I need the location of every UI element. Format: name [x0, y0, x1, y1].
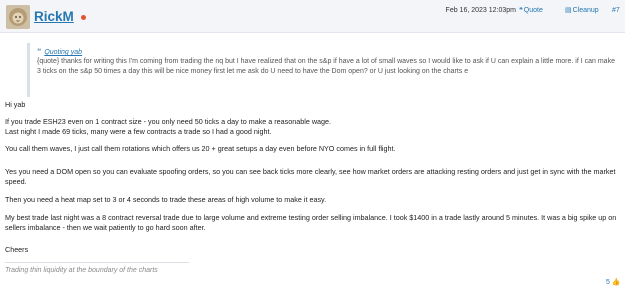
- post-paragraph-3: Yes you need a DOM open so you can evalu…: [5, 167, 616, 186]
- signature: Trading thin liquidity at the boundary o…: [5, 267, 158, 274]
- post-paragraph-1-line-1: If you trade ESH23 even on 1 contract si…: [5, 117, 332, 126]
- post-header: RickM Feb 16, 2023 12:03pm ❝Quote ▤Clean…: [0, 0, 625, 33]
- quote-author: ❝ Quoting yab: [37, 47, 82, 57]
- post-closing: Cheers: [5, 245, 29, 254]
- avatar[interactable]: [6, 5, 30, 29]
- post-paragraph-4: Then you need a heat map set to 3 or 4 s…: [5, 195, 327, 204]
- reactions[interactable]: 5 👍: [606, 279, 621, 287]
- quote-mark-icon: ❝: [37, 47, 42, 56]
- cleanup-button[interactable]: ▤Cleanup: [565, 6, 599, 15]
- signature-divider: [5, 262, 189, 263]
- post-greeting: Hi yab: [5, 100, 26, 109]
- quote-text: {quote} thanks for writing this I'm comi…: [37, 58, 615, 75]
- quote-block: ❝ Quoting yab {quote} thanks for writing …: [27, 43, 623, 97]
- post-date: Feb 16, 2023 12:03pm: [445, 7, 516, 14]
- cleanup-button-label: Cleanup: [572, 7, 599, 14]
- forum-post: RickM Feb 16, 2023 12:03pm ❝Quote ▤Clean…: [0, 0, 625, 289]
- post-paragraph-1-line-2: Last night I made 69 ticks, many were a …: [5, 127, 272, 136]
- quote-icon: ❝: [519, 7, 523, 14]
- quote-author-link[interactable]: Quoting yab: [44, 49, 82, 56]
- thumbs-up-icon[interactable]: 👍: [612, 279, 621, 286]
- quote-button-label: Quote: [523, 7, 543, 14]
- user-status-icon: [81, 15, 86, 20]
- post-number-link[interactable]: #7: [612, 6, 620, 15]
- reaction-count: 5: [606, 279, 610, 286]
- quote-button[interactable]: ❝Quote: [519, 6, 543, 15]
- post-paragraph-2: You call them waves, I just call them ro…: [5, 144, 396, 153]
- username-link[interactable]: RickM: [34, 9, 74, 24]
- lion-avatar-icon: [6, 5, 30, 29]
- post-paragraph-5: My best trade last night was a 8 contrac…: [5, 213, 617, 232]
- cleanup-icon: ▤: [565, 7, 572, 14]
